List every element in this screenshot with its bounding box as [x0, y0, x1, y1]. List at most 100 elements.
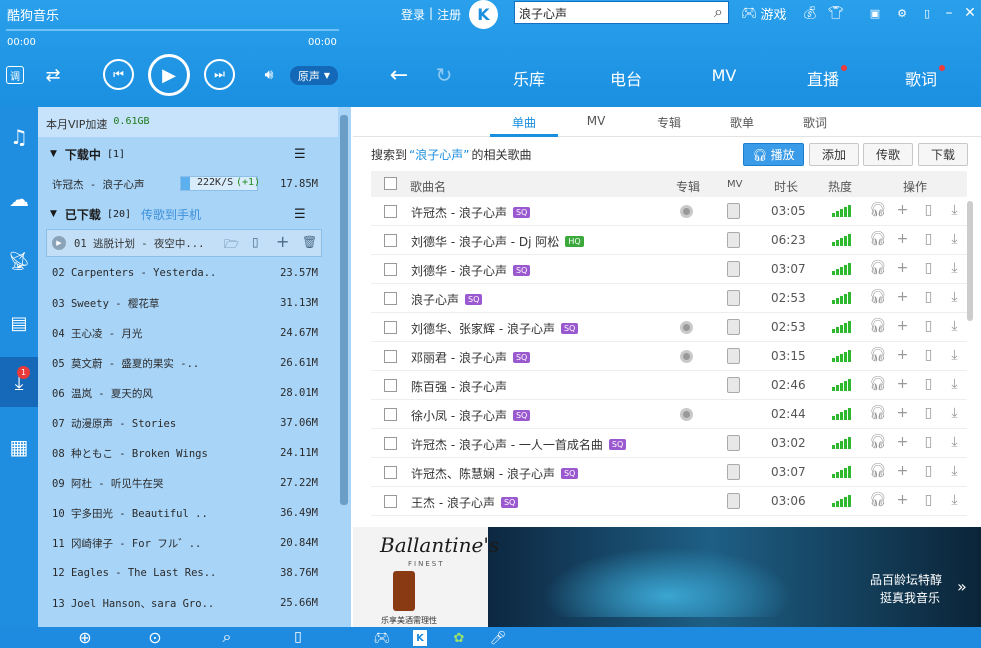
panel-scrollbar[interactable] [340, 115, 348, 505]
play-button[interactable]: ▶ [148, 54, 190, 96]
listen-icon[interactable]: 🎧︎ [869, 231, 887, 247]
mv-icon[interactable] [727, 348, 740, 364]
phone-icon[interactable]: ▯ [921, 492, 936, 508]
next-button[interactable]: ⏭ [204, 59, 235, 90]
downloaded-item[interactable]: 12 Eagles - The Last Res.. 38.76M [38, 558, 336, 588]
tab-live[interactable]: 直播 [807, 66, 839, 90]
apps-grid-icon[interactable]: ▦ [0, 429, 38, 465]
song-title[interactable]: 刘德华、张家辉 - 浪子心声 SQ [411, 320, 579, 337]
album-disc-icon[interactable] [680, 321, 693, 334]
song-checkbox[interactable] [384, 408, 397, 421]
download-icon[interactable]: ⤓ [0, 357, 38, 407]
download-icon[interactable]: ⤓ [947, 318, 962, 334]
phone-icon[interactable]: ▯ [921, 202, 936, 218]
add-circle-icon[interactable]: ⊕ [76, 628, 94, 647]
col-mv[interactable]: MV [727, 179, 742, 190]
add-icon[interactable]: + [895, 202, 910, 218]
coin-bag-icon[interactable]: 💰︎ [800, 3, 820, 23]
download-all-button[interactable]: 下载 [918, 143, 968, 166]
download-icon[interactable]: ⤓ [947, 376, 962, 392]
library-icon[interactable]: ▤ [0, 305, 38, 341]
song-checkbox[interactable] [384, 350, 397, 363]
mv-icon[interactable] [727, 435, 740, 451]
list-menu-icon[interactable]: ☰ [294, 207, 306, 222]
downloaded-item[interactable]: 02 Carpenters - Yesterda.. 23.57M [38, 258, 336, 288]
downloaded-item[interactable]: 13 Joel Hanson、sara Gro.. 25.66M [38, 588, 336, 618]
song-row[interactable]: 陈百强 - 浪子心声 02:46 🎧︎ + ▯ ⤓ [371, 371, 967, 400]
album-disc-icon[interactable] [680, 205, 693, 218]
folder-icon[interactable]: 🗁 [224, 235, 239, 256]
downloaded-item[interactable]: 03 Sweety - 樱花草 31.13M [38, 288, 336, 318]
song-checkbox[interactable] [384, 292, 397, 305]
tab-radio[interactable]: 电台 [610, 66, 642, 90]
kugou-logo-icon[interactable]: K [469, 0, 498, 29]
download-icon[interactable]: ⤓ [947, 405, 962, 421]
phone-icon[interactable]: ▯ [921, 434, 936, 450]
phone-icon[interactable]: ▯ [921, 318, 936, 334]
mv-icon[interactable] [727, 493, 740, 509]
subtab-singles[interactable]: 单曲 [512, 114, 536, 131]
song-title[interactable]: 王杰 - 浪子心声 SQ [411, 494, 519, 511]
song-row[interactable]: 刘德华 - 浪子心声 SQ 03:07 🎧︎ + ▯ ⤓ [371, 255, 967, 284]
subtab-albums[interactable]: 专辑 [657, 114, 681, 131]
close-icon[interactable]: ✕ [961, 4, 979, 22]
subtab-lyrics[interactable]: 歌词 [803, 114, 827, 131]
add-icon[interactable]: + [895, 405, 910, 421]
song-title[interactable]: 许冠杰、陈慧娴 - 浪子心声 SQ [411, 465, 579, 482]
listen-icon[interactable]: 🎧︎ [869, 492, 887, 508]
downloaded-item[interactable]: 05 莫文蔚 - 盛夏的果实 -.. 26.61M [38, 348, 336, 378]
song-row[interactable]: 许冠杰、陈慧娴 - 浪子心声 SQ 03:07 🎧︎ + ▯ ⤓ [371, 458, 967, 487]
gamepad-icon[interactable]: 🎮︎ [373, 629, 391, 647]
previous-button[interactable]: ⏮ [103, 59, 134, 90]
add-icon[interactable]: + [895, 289, 910, 305]
album-disc-icon[interactable] [680, 350, 693, 363]
radio-tower-icon[interactable]: 📡︎ [0, 243, 38, 279]
add-icon[interactable]: + [895, 260, 910, 276]
song-checkbox[interactable] [384, 495, 397, 508]
skin-icon[interactable]: 👕︎ [826, 3, 846, 23]
song-row[interactable]: 刘德华、张家辉 - 浪子心声 SQ 02:53 🎧︎ + ▯ ⤓ [371, 313, 967, 342]
song-title[interactable]: 邓丽君 - 浪子心声 SQ [411, 349, 531, 366]
album-disc-icon[interactable] [680, 408, 693, 421]
phone-icon[interactable]: ▯ [921, 231, 936, 247]
download-icon[interactable]: ⤓ [947, 260, 962, 276]
play-all-button[interactable]: 🎧︎ 播放 [743, 143, 804, 166]
download-icon[interactable]: ⤓ [947, 347, 962, 363]
games-button[interactable]: 🎮︎ 游戏 [741, 4, 787, 23]
loop-mode-icon[interactable]: ⇄ [42, 64, 64, 86]
downloaded-item-selected[interactable]: ▶ 01 逃脱计划 - 夜空中... 🗁 ▯ + 🗑︎ [46, 229, 322, 257]
minimize-icon[interactable]: – [940, 4, 958, 22]
listen-icon[interactable]: 🎧︎ [869, 202, 887, 218]
login-link[interactable]: 登录 [401, 6, 425, 23]
add-icon[interactable]: + [895, 492, 910, 508]
progress-bar[interactable] [6, 29, 339, 31]
song-title[interactable]: 刘德华 - 浪子心声 SQ [411, 262, 531, 279]
song-title[interactable]: 浪子心声 SQ [411, 291, 483, 308]
download-icon[interactable]: ⤓ [947, 463, 962, 479]
download-icon[interactable]: ⤓ [947, 289, 962, 305]
list-menu-icon[interactable]: ☰ [294, 147, 306, 162]
add-icon[interactable]: + [895, 347, 910, 363]
song-checkbox[interactable] [384, 466, 397, 479]
phone-icon[interactable]: ▯ [921, 260, 936, 276]
mv-icon[interactable] [727, 261, 740, 277]
add-icon[interactable]: + [895, 318, 910, 334]
col-hot[interactable]: 热度 [828, 178, 852, 195]
mv-icon[interactable] [727, 377, 740, 393]
listen-icon[interactable]: 🎧︎ [869, 318, 887, 334]
col-album[interactable]: 专辑 [676, 178, 700, 195]
locate-icon[interactable]: ⊙ [146, 628, 164, 647]
register-link[interactable]: 注册 [437, 6, 461, 23]
downloading-section-header[interactable]: ▼ 下载中 [1] ☰ [38, 139, 336, 169]
mv-icon[interactable] [727, 319, 740, 335]
add-icon[interactable]: + [895, 231, 910, 247]
song-title[interactable]: 徐小凤 - 浪子心声 SQ [411, 407, 531, 424]
downloaded-item[interactable]: 06 温岚 - 夏天的风 28.01M [38, 378, 336, 408]
add-icon[interactable]: + [895, 463, 910, 479]
download-icon[interactable]: ⤓ [947, 492, 962, 508]
phone-icon[interactable]: ▯ [921, 376, 936, 392]
subtab-mv[interactable]: MV [587, 114, 606, 128]
download-icon[interactable]: ⤓ [947, 202, 962, 218]
advertisement-banner[interactable]: Ballantine's FINEST 乐享美酒需理性 品百龄坛特醇 挺真我音乐… [353, 527, 981, 627]
downloaded-item[interactable]: 04 王心凌 - 月光 24.67M [38, 318, 336, 348]
